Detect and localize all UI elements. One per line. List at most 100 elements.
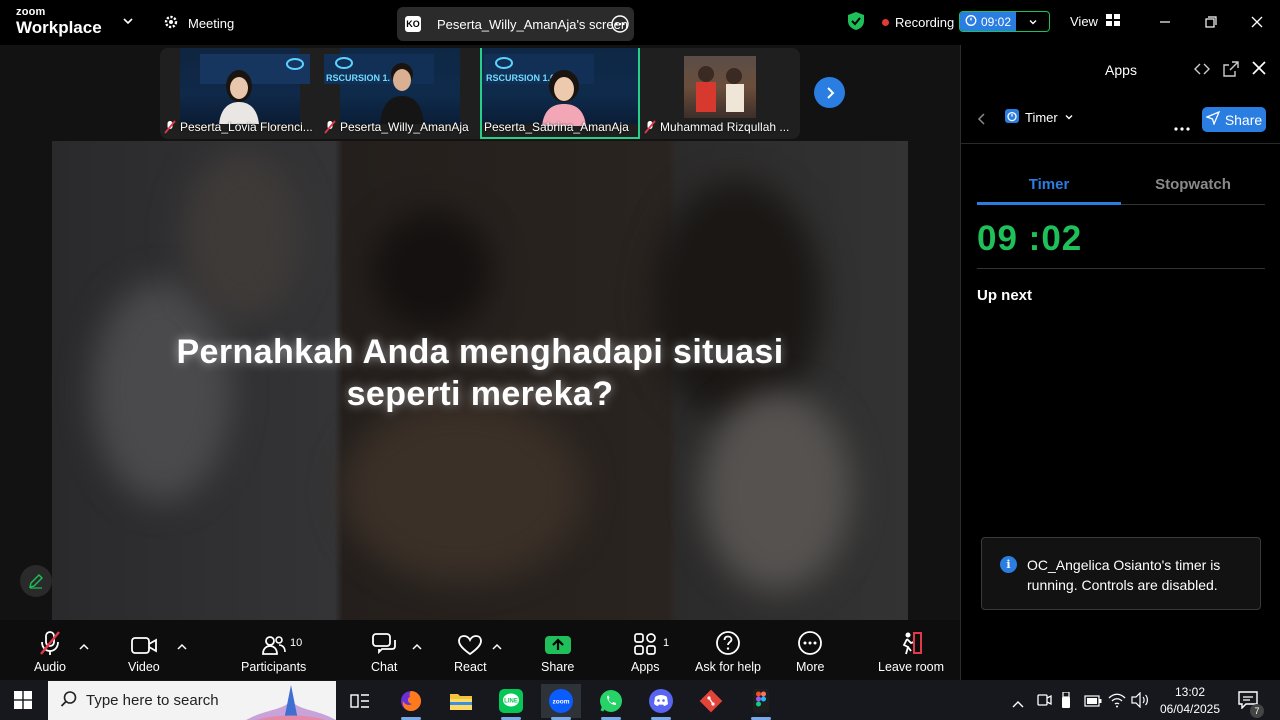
meeting-toolbar: Audio Video Participants 10 Chat React S… <box>0 620 960 680</box>
search-placeholder: Type here to search <box>86 692 219 709</box>
more-button[interactable]: More <box>796 630 824 674</box>
next-page-button[interactable] <box>814 77 845 108</box>
up-next-heading: Up next <box>977 287 1033 304</box>
timer-tabs: Timer Stopwatch <box>977 175 1265 205</box>
slide-line-1: Pernahkah Anda menghadapi situasi <box>176 333 784 371</box>
video-button[interactable]: Video <box>128 630 160 674</box>
meet-now-icon[interactable] <box>1036 692 1052 713</box>
annotate-button[interactable] <box>20 565 52 597</box>
volume-icon[interactable] <box>1131 691 1149 713</box>
share-screen-button[interactable]: Share <box>541 630 574 674</box>
participant-name: Peserta_Willy_AmanAja <box>340 120 469 134</box>
clock-time: 13:02 <box>1174 685 1206 699</box>
timer-pill-value: 09:02 <box>981 14 1012 29</box>
figma-icon[interactable] <box>741 684 781 720</box>
clock-date: 06/04/2025 <box>1159 702 1221 716</box>
screen-share-pill[interactable]: KO Peserta_Willy_AmanAja's screen <box>397 7 634 41</box>
recording-indicator[interactable]: Recording <box>882 15 954 30</box>
meeting-menu-button[interactable]: Meeting <box>162 13 234 34</box>
restore-button[interactable] <box>1201 12 1221 32</box>
view-button[interactable]: View <box>1070 14 1120 29</box>
close-icon[interactable] <box>1251 60 1267 81</box>
background-shape <box>182 151 302 321</box>
shield-icon[interactable] <box>847 11 865 36</box>
svg-text:LINE: LINE <box>504 699 518 705</box>
leave-room-button[interactable]: Leave room <box>878 630 944 674</box>
file-explorer-icon[interactable] <box>441 684 481 718</box>
participant-thumbnail[interactable]: Peserta_Lovia Florenci... <box>160 48 320 139</box>
apps-label: Apps <box>631 660 660 674</box>
back-icon[interactable] <box>976 112 986 131</box>
pencil-icon <box>29 574 43 589</box>
share-label: Share <box>541 660 575 674</box>
tab-stopwatch[interactable]: Stopwatch <box>1121 175 1265 205</box>
firefox-icon[interactable] <box>391 684 431 720</box>
participant-figure <box>542 70 586 126</box>
notice-text: OC_Angelica Osianto's timer is running. … <box>1027 557 1221 593</box>
sharer-avatar-icon: KO <box>405 16 421 32</box>
code-icon[interactable] <box>1194 61 1210 82</box>
git-app-icon[interactable] <box>691 684 731 718</box>
search-icon <box>60 690 78 712</box>
battery-icon[interactable] <box>1084 694 1102 712</box>
timer-display: 09 :02 <box>977 219 1082 259</box>
apps-panel: Apps Timer Share Timer Stopwatch 09:02 … <box>960 45 1280 680</box>
ask-for-help-button[interactable]: Ask for help <box>695 630 761 674</box>
participants-count: 10 <box>290 637 303 649</box>
chevron-down-icon[interactable] <box>122 14 134 32</box>
zoom-app-icon[interactable]: zoom <box>541 684 581 720</box>
react-button[interactable]: React <box>454 630 487 674</box>
leave-icon <box>898 630 924 656</box>
timer-pill[interactable]: 09:02 <box>959 11 1050 32</box>
recording-label: Recording <box>895 15 955 30</box>
background-shape <box>342 401 582 581</box>
gear-icon <box>162 13 180 34</box>
participant-thumbnail-active[interactable]: RSCURSION 1.0 Peserta_Sabrina_AmanAja <box>480 48 640 139</box>
participant-thumbnail[interactable]: RSCURSION 1. Peserta_Willy_AmanAja <box>320 48 480 139</box>
usb-drive-icon[interactable] <box>1061 691 1071 713</box>
timer-pill-main[interactable]: 09:02 <box>960 12 1017 31</box>
chat-options-caret-icon[interactable] <box>412 638 422 656</box>
chevron-down-icon[interactable] <box>1016 17 1049 27</box>
whatsapp-icon[interactable] <box>591 684 631 720</box>
close-window-button[interactable] <box>1247 12 1267 32</box>
apps-toolbar: Timer Share <box>961 96 1280 144</box>
leave-label: Leave room <box>878 660 945 674</box>
mic-muted-icon <box>644 120 656 134</box>
wifi-icon[interactable] <box>1108 692 1126 713</box>
chat-button[interactable]: Chat <box>371 630 397 674</box>
more-options-icon[interactable] <box>610 14 630 37</box>
share-app-button[interactable]: Share <box>1202 107 1266 132</box>
audio-button[interactable]: Audio <box>34 630 66 674</box>
apps-icon <box>633 630 657 656</box>
discord-icon[interactable] <box>641 684 681 720</box>
participants-label: Participants <box>241 660 307 674</box>
zoom-workplace-logo: zoom Workplace <box>16 7 102 37</box>
more-horizontal-icon[interactable] <box>1174 118 1190 136</box>
chevron-down-icon <box>1064 110 1074 125</box>
video-options-caret-icon[interactable] <box>177 638 187 656</box>
windows-start-icon[interactable] <box>14 691 32 709</box>
stopwatch-icon <box>965 14 977 29</box>
participant-figure <box>380 63 424 124</box>
line-app-icon[interactable]: LINE <box>491 684 531 720</box>
chevron-up-icon[interactable] <box>1012 695 1024 713</box>
taskbar-search-box[interactable]: Type here to search <box>48 681 336 720</box>
meeting-label: Meeting <box>188 16 235 31</box>
audio-options-caret-icon[interactable] <box>79 638 89 656</box>
more-label: More <box>796 660 825 674</box>
app-selector[interactable]: Timer <box>1005 109 1074 126</box>
minimize-button[interactable] <box>1155 12 1175 32</box>
pop-out-icon[interactable] <box>1223 61 1239 82</box>
notification-center-icon[interactable]: 7 <box>1238 691 1264 718</box>
info-icon: i <box>1000 556 1017 573</box>
apps-button[interactable]: Apps <box>631 630 660 674</box>
taskbar-clock[interactable]: 13:02 06/04/2025 <box>1150 684 1230 718</box>
chat-label: Chat <box>371 660 398 674</box>
react-options-caret-icon[interactable] <box>492 638 502 656</box>
view-label: View <box>1070 14 1098 29</box>
task-view-icon[interactable] <box>340 684 380 718</box>
tab-timer[interactable]: Timer <box>977 175 1121 205</box>
participant-thumbnail[interactable]: Muhammad Rizqullah ... <box>640 48 800 139</box>
participants-icon <box>261 630 287 656</box>
